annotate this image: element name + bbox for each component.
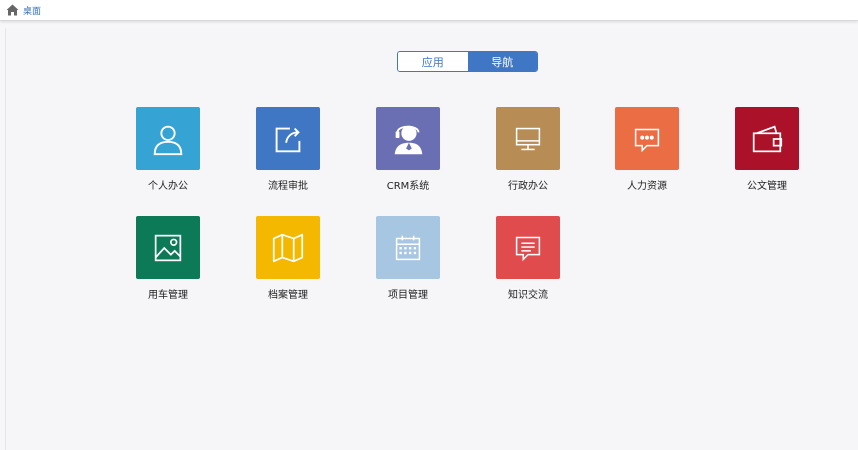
chat-bubble-icon xyxy=(634,128,660,152)
calendar-icon xyxy=(395,235,421,260)
app-tile-box xyxy=(376,216,440,279)
app-tile-document-management[interactable]: 公文管理 xyxy=(727,107,807,192)
app-tile-box xyxy=(256,107,320,170)
top-bar: 桌面 xyxy=(0,0,858,21)
app-label: 公文管理 xyxy=(747,181,787,192)
monitor-icon xyxy=(515,127,541,150)
app-tile-box xyxy=(735,107,799,170)
app-label: 行政办公 xyxy=(508,181,548,192)
tab-navigation[interactable]: 导航 xyxy=(467,52,537,71)
app-tile-box xyxy=(136,107,200,170)
app-label: 个人办公 xyxy=(148,181,188,192)
app-label: CRM系统 xyxy=(386,181,430,192)
app-tile-box xyxy=(615,107,679,170)
app-tile-box xyxy=(496,107,560,170)
app-label: 人力资源 xyxy=(627,181,667,192)
customer-service-icon xyxy=(394,125,423,154)
app-tile-crm[interactable]: CRM系统 xyxy=(368,107,448,192)
app-tile-box xyxy=(376,107,440,170)
tab-apps[interactable]: 应用 xyxy=(398,52,468,71)
home-label: 桌面 xyxy=(23,6,42,17)
app-tile-human-resources[interactable]: 人力资源 xyxy=(607,107,687,192)
app-label: 用车管理 xyxy=(148,290,188,301)
app-tile-project-management[interactable]: 项目管理 xyxy=(368,216,448,301)
wallet-icon xyxy=(752,125,783,152)
app-tile-box xyxy=(136,216,200,279)
map-icon xyxy=(272,233,304,262)
share-arrow-icon xyxy=(275,127,301,152)
app-label: 档案管理 xyxy=(268,290,308,301)
app-label: 知识交流 xyxy=(508,290,548,301)
picture-icon xyxy=(154,234,182,261)
app-label: 项目管理 xyxy=(388,290,428,301)
app-tile-box xyxy=(256,216,320,279)
home-icon xyxy=(6,1,19,20)
app-tile-workflow-approval[interactable]: 流程审批 xyxy=(248,107,328,192)
person-icon xyxy=(153,125,183,155)
app-tile-vehicle-management[interactable]: 用车管理 xyxy=(128,216,208,301)
app-tile-archive-management[interactable]: 档案管理 xyxy=(248,216,328,301)
app-tile-admin-office[interactable]: 行政办公 xyxy=(488,107,568,192)
app-tile-personal-office[interactable]: 个人办公 xyxy=(128,107,208,192)
app-label: 流程审批 xyxy=(268,181,308,192)
message-icon xyxy=(515,236,541,261)
home-link[interactable]: 桌面 xyxy=(6,2,41,18)
app-tile-box xyxy=(496,216,560,279)
app-tile-knowledge-exchange[interactable]: 知识交流 xyxy=(488,216,568,301)
view-switcher: 应用 导航 xyxy=(397,51,538,72)
